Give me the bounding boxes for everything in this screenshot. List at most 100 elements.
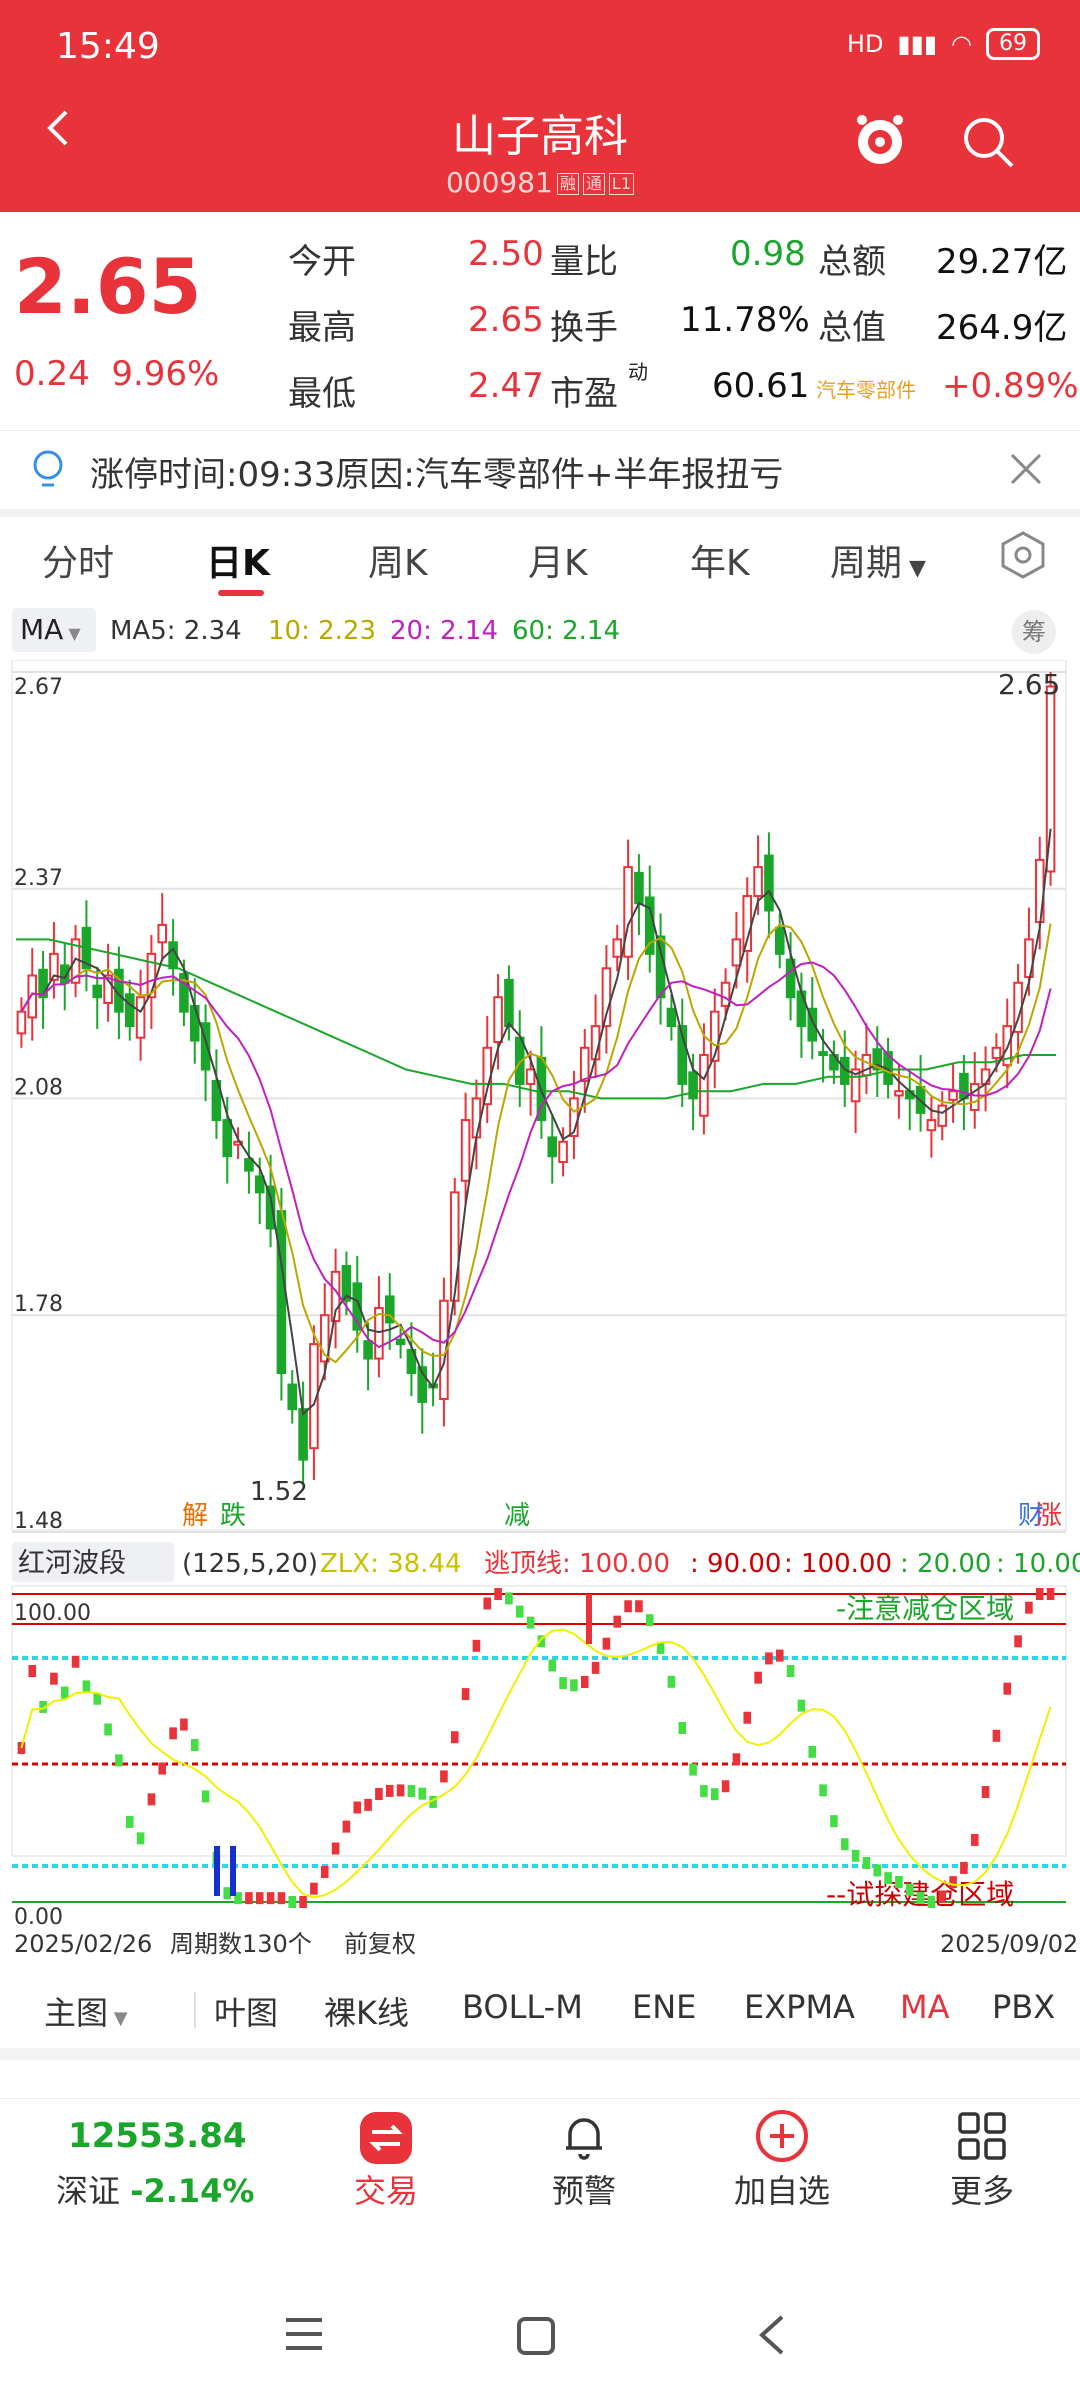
- value-volratio: 0.98: [730, 234, 806, 274]
- trade-icon[interactable]: [358, 2110, 414, 2166]
- nav-trade[interactable]: 交易: [354, 2166, 418, 2212]
- wifi-icon: ◠: [951, 30, 972, 58]
- system-back-icon[interactable]: [756, 2314, 786, 2356]
- toolbar-seal[interactable]: 叶图: [214, 1988, 278, 2034]
- indicator-bar: [245, 1892, 253, 1905]
- tab-daily-k[interactable]: 日K: [206, 534, 270, 586]
- event-jie[interactable]: 解: [182, 1501, 208, 1531]
- low-price-label: 1.52: [250, 1477, 308, 1507]
- home-icon[interactable]: [516, 2316, 556, 2356]
- nav-add-watchlist[interactable]: 加自选: [734, 2166, 830, 2212]
- ma10-value: 10: 2.23: [268, 616, 376, 646]
- nav-more[interactable]: 更多: [950, 2166, 1014, 2212]
- signal-bar-top: [586, 1594, 592, 1644]
- chevron-down-icon: ▼: [63, 624, 81, 643]
- chevron-down-icon: ▼: [902, 556, 926, 581]
- event-zhang[interactable]: 涨: [1036, 1501, 1062, 1531]
- indicator-bar: [808, 1745, 817, 1758]
- sector-name[interactable]: 汽车零部件: [816, 374, 916, 403]
- tab-intraday[interactable]: 分时: [42, 534, 114, 586]
- toolbar-boll[interactable]: BOLL-M: [462, 1988, 583, 2026]
- bell-icon[interactable]: [556, 2108, 612, 2164]
- nav-divider: [0, 2098, 1080, 2099]
- nav-alert[interactable]: 预警: [552, 2166, 616, 2212]
- toolbar-ma[interactable]: MA: [900, 1988, 950, 2026]
- search-icon[interactable]: [958, 112, 1018, 172]
- chip-distribution-button[interactable]: 筹: [1012, 610, 1056, 654]
- indicator-frame: [11, 1585, 1067, 1857]
- candle-body: [16, 1010, 27, 1035]
- index-value[interactable]: 12553.84: [68, 2116, 247, 2156]
- toolbar-main[interactable]: 主图 ▼: [44, 1988, 128, 2034]
- indicator-bar: [483, 1597, 492, 1610]
- toolbar-bare-k[interactable]: 裸K线: [324, 1988, 409, 2034]
- indicator-bar: [732, 1753, 741, 1766]
- k-line-chart[interactable]: 2.672.372.081.781.48 2.65 1.52 解 跌 减 财 涨…: [0, 660, 1080, 1960]
- settings-hex-icon[interactable]: [998, 530, 1048, 580]
- label-volratio: 量比: [550, 242, 618, 282]
- tab-yearly-k[interactable]: 年K: [690, 534, 750, 586]
- indicator-bar: [830, 1815, 838, 1828]
- candle-body: [948, 1090, 958, 1101]
- sector-pct[interactable]: +0.89%: [942, 366, 1079, 406]
- ma-selector[interactable]: MA ▼: [12, 608, 96, 652]
- candle-body: [655, 935, 666, 999]
- limit-up-banner[interactable]: 涨停时间:09:33原因:汽车零部件+半年报扭亏: [0, 430, 1080, 517]
- indicator-bar: [461, 1688, 470, 1701]
- candle-body: [189, 1004, 200, 1042]
- indicator-name: 红河波段: [18, 1548, 126, 1579]
- indicator-bar: [364, 1798, 372, 1811]
- indicator-bar: [331, 1842, 340, 1855]
- signal-icon: ▮▮▮: [897, 30, 938, 58]
- indicator-bar: [970, 1833, 979, 1846]
- indicator-bar: [299, 1896, 307, 1908]
- tab-period[interactable]: 周期 ▼: [830, 534, 926, 586]
- candle-body: [926, 1119, 937, 1132]
- indicator-bar: [700, 1785, 708, 1798]
- toolbar-expma[interactable]: EXPMA: [744, 1988, 855, 2026]
- mascot-icon[interactable]: [850, 110, 910, 170]
- ma5-value: MA5: 2.34: [110, 616, 242, 646]
- indicator-bar: [786, 1665, 795, 1677]
- y-tick-label: 2.08: [14, 1075, 63, 1100]
- indicator-zlx: ZLX: 38.44: [320, 1549, 462, 1579]
- label-low: 最低: [288, 374, 356, 414]
- toolbar-pbx[interactable]: PBX: [992, 1988, 1055, 2026]
- indicator-top: 逃顶线: 100.00: [484, 1549, 670, 1579]
- indicator-bar: [28, 1665, 37, 1677]
- indicator-bar: [884, 1872, 892, 1885]
- chevron-down-icon: ▼: [108, 2008, 128, 2029]
- indicator-bar: [277, 1892, 286, 1905]
- add-watchlist-icon[interactable]: [754, 2108, 810, 2164]
- grid-more-icon[interactable]: [954, 2108, 1010, 2164]
- toolbar-ene[interactable]: ENE: [632, 1988, 696, 2026]
- indicator-bar: [169, 1727, 177, 1740]
- candle-body: [579, 1046, 590, 1083]
- indicator-bars: [17, 1588, 1055, 1908]
- tab-weekly-k[interactable]: 周K: [368, 534, 428, 586]
- candle-body: [493, 996, 503, 1044]
- indicator-100: : 100.00: [784, 1549, 892, 1579]
- indicator-bar: [548, 1659, 557, 1672]
- y-tick-label: 1.48: [14, 1509, 63, 1534]
- y-tick-label: 1.78: [14, 1292, 63, 1317]
- candle-body: [254, 1175, 265, 1194]
- index-label[interactable]: 深证 -2.14%: [56, 2166, 254, 2212]
- event-die[interactable]: 跌: [220, 1501, 246, 1531]
- y-tick-label: 2.37: [14, 866, 63, 891]
- indicator-bar: [775, 1649, 784, 1662]
- indicator-bar: [440, 1770, 448, 1783]
- menu-icon[interactable]: [284, 2316, 324, 2352]
- toolbar-main-label: 主图: [44, 1994, 109, 2032]
- event-jian[interactable]: 减: [504, 1501, 530, 1531]
- tab-monthly-k[interactable]: 月K: [528, 534, 588, 586]
- close-icon[interactable]: [1008, 451, 1044, 487]
- value-turnover: 11.78%: [680, 300, 810, 340]
- indicator-y-bottom: 0.00: [14, 1905, 63, 1930]
- indicator-bar: [82, 1680, 91, 1693]
- candle-body: [937, 1104, 948, 1127]
- indicator-bar: [125, 1815, 134, 1828]
- indicator-bar: [418, 1787, 427, 1800]
- indicator-bar: [1014, 1635, 1022, 1648]
- signal-bar-1: [214, 1846, 220, 1896]
